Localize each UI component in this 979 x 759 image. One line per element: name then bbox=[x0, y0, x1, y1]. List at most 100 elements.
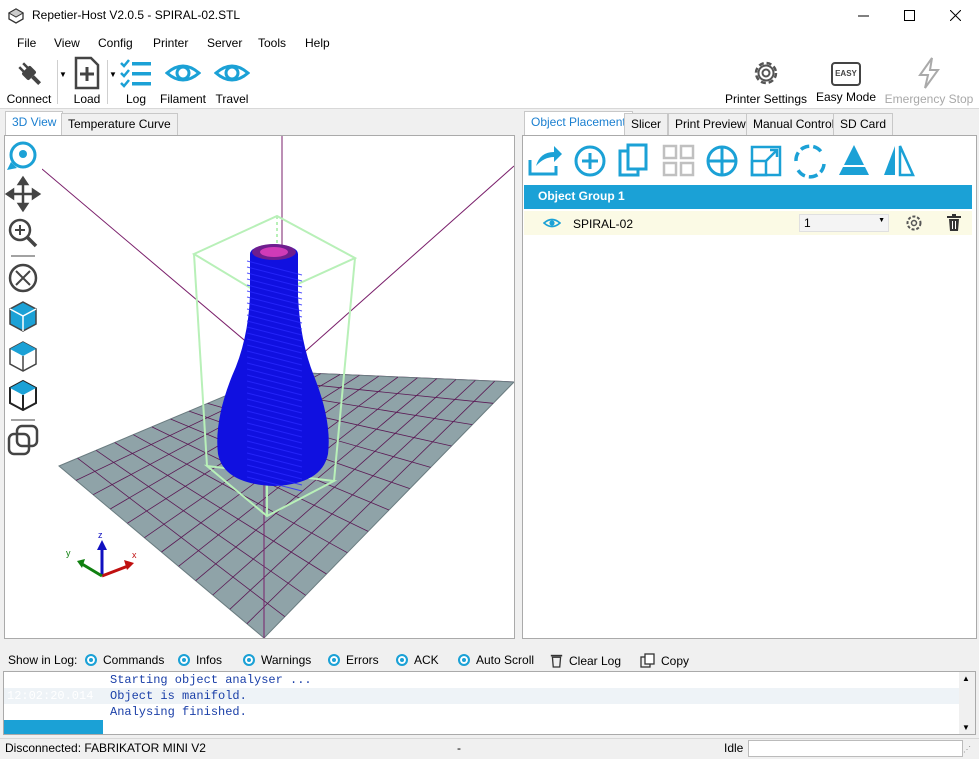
menu-config[interactable]: Config bbox=[98, 36, 133, 50]
printer-state: Idle bbox=[724, 741, 744, 755]
parallel-projection-icon[interactable] bbox=[7, 424, 39, 456]
show-in-log-label: Show in Log: bbox=[8, 653, 78, 667]
plug-icon bbox=[18, 62, 42, 86]
clear-log-label: Clear Log bbox=[569, 653, 622, 668]
log-option-auto-scroll[interactable]: Auto Scroll bbox=[458, 653, 534, 667]
mirror-object-icon[interactable] bbox=[884, 145, 915, 177]
travel-button[interactable]: Travel bbox=[212, 56, 252, 106]
scroll-up-icon[interactable]: ▲ bbox=[962, 674, 970, 683]
clear-log-button[interactable]: Clear Log bbox=[550, 653, 621, 668]
log-message: Object is manifold. bbox=[110, 689, 247, 703]
option-label: ACK bbox=[414, 653, 439, 667]
panel-splitter[interactable] bbox=[517, 112, 521, 640]
trash-icon bbox=[550, 654, 563, 668]
isometric-cube-icon[interactable] bbox=[9, 301, 37, 332]
view-toolbar bbox=[4, 136, 42, 638]
tab-slicer[interactable]: Slicer bbox=[624, 113, 669, 135]
trash-icon[interactable] bbox=[946, 214, 962, 232]
log-button[interactable]: Log bbox=[118, 56, 154, 106]
menu-file[interactable]: File bbox=[17, 36, 36, 50]
add-object-icon[interactable] bbox=[574, 145, 606, 177]
menu-view[interactable]: View bbox=[54, 36, 80, 50]
tab-temperature-curve[interactable]: Temperature Curve bbox=[61, 113, 178, 135]
scale-object-icon[interactable] bbox=[750, 145, 782, 177]
gear-icon[interactable] bbox=[905, 214, 923, 232]
log-option-warnings[interactable]: Warnings bbox=[243, 653, 311, 667]
rotate-view-icon[interactable] bbox=[7, 141, 37, 170]
3d-scene[interactable]: z x y bbox=[42, 136, 514, 638]
log-option-commands[interactable]: Commands bbox=[85, 653, 164, 667]
log-line: 12:02:19.655 Starting object analyser ... bbox=[4, 672, 959, 688]
front-cube-icon[interactable] bbox=[9, 341, 37, 372]
scroll-down-icon[interactable]: ▼ bbox=[962, 723, 970, 732]
printer-settings-button[interactable]: Printer Settings bbox=[724, 56, 808, 106]
log-line: 12:02:20.014 Object is manifold. bbox=[4, 688, 959, 704]
resize-grip-icon[interactable]: ⋰ bbox=[963, 745, 975, 757]
object-copies-select[interactable]: 1 ▼ bbox=[799, 214, 889, 232]
copies-value: 1 bbox=[804, 216, 811, 230]
checklist-icon bbox=[120, 59, 151, 88]
tab-manual-control[interactable]: Manual Control bbox=[746, 113, 842, 135]
menu-server[interactable]: Server bbox=[207, 36, 242, 50]
option-label: Auto Scroll bbox=[476, 653, 535, 667]
rotate-object-icon[interactable] bbox=[794, 144, 826, 179]
cut-object-icon[interactable] bbox=[839, 145, 869, 175]
export-icon[interactable] bbox=[528, 146, 562, 176]
svg-text:x: x bbox=[132, 550, 137, 560]
easy-mode-icon: EASY bbox=[831, 62, 861, 86]
easy-mode-label: Easy Mode bbox=[815, 90, 877, 104]
svg-text:z: z bbox=[98, 530, 103, 540]
load-button[interactable]: Load bbox=[68, 56, 106, 106]
connect-dropdown-icon[interactable]: ▼ bbox=[59, 70, 67, 79]
chevron-down-icon: ▼ bbox=[878, 217, 885, 224]
lightning-icon bbox=[918, 57, 940, 89]
eye-icon[interactable] bbox=[543, 216, 561, 230]
radio-icon bbox=[328, 654, 340, 666]
spiral-object-model[interactable] bbox=[217, 244, 329, 492]
radio-icon bbox=[396, 654, 408, 666]
log-time: 12:02:20.014 bbox=[7, 689, 94, 703]
maximize-button[interactable] bbox=[886, 0, 932, 31]
zoom-view-icon[interactable] bbox=[8, 218, 38, 248]
progress-field bbox=[748, 740, 963, 757]
filament-button[interactable]: Filament bbox=[157, 56, 209, 106]
option-label: Errors bbox=[346, 653, 379, 667]
log-scrollbar[interactable]: ▲ ▼ bbox=[959, 672, 975, 734]
top-cube-icon[interactable] bbox=[9, 379, 37, 412]
move-view-icon[interactable] bbox=[4, 175, 42, 213]
autoposition-icon[interactable] bbox=[662, 144, 695, 177]
tab-print-preview[interactable]: Print Preview bbox=[668, 113, 753, 135]
center-object-icon[interactable] bbox=[706, 145, 738, 177]
tab-3d-view[interactable]: 3D View bbox=[5, 111, 64, 135]
emergency-stop-label: Emergency Stop bbox=[884, 92, 974, 106]
copy-log-button[interactable]: Copy bbox=[640, 653, 689, 668]
svg-text:y: y bbox=[66, 548, 71, 558]
fit-view-icon[interactable] bbox=[8, 263, 38, 293]
menu-printer[interactable]: Printer bbox=[153, 36, 188, 50]
connect-label: Connect bbox=[6, 92, 52, 106]
radio-icon bbox=[178, 654, 190, 666]
gear-icon bbox=[754, 61, 778, 85]
object-name: SPIRAL-02 bbox=[573, 217, 634, 231]
log-option-infos[interactable]: Infos bbox=[178, 653, 222, 667]
tab-sd-card[interactable]: SD Card bbox=[833, 113, 894, 135]
log-option-errors[interactable]: Errors bbox=[328, 653, 379, 667]
radio-icon bbox=[458, 654, 470, 666]
log-time: 12:02:20.030 bbox=[7, 705, 94, 719]
travel-label: Travel bbox=[215, 92, 249, 106]
log-option-ack[interactable]: ACK bbox=[396, 653, 439, 667]
connect-button[interactable]: Connect bbox=[5, 56, 53, 106]
load-dropdown-icon[interactable]: ▼ bbox=[109, 70, 117, 79]
easy-mode-button[interactable]: EASY Easy Mode bbox=[815, 56, 877, 104]
menu-help[interactable]: Help bbox=[305, 36, 330, 50]
copy-object-icon[interactable] bbox=[618, 143, 648, 177]
minimize-button[interactable] bbox=[840, 0, 886, 31]
tab-object-placement[interactable]: Object Placement bbox=[524, 111, 633, 135]
emergency-stop-button[interactable]: Emergency Stop bbox=[883, 56, 975, 106]
app-icon bbox=[8, 8, 24, 24]
object-group-header[interactable]: Object Group 1 bbox=[524, 185, 972, 209]
close-button[interactable] bbox=[932, 0, 978, 31]
connection-status: Disconnected: FABRIKATOR MINI V2 bbox=[5, 741, 206, 755]
log-message: Starting object analyser ... bbox=[110, 673, 312, 687]
menu-tools[interactable]: Tools bbox=[258, 36, 286, 50]
